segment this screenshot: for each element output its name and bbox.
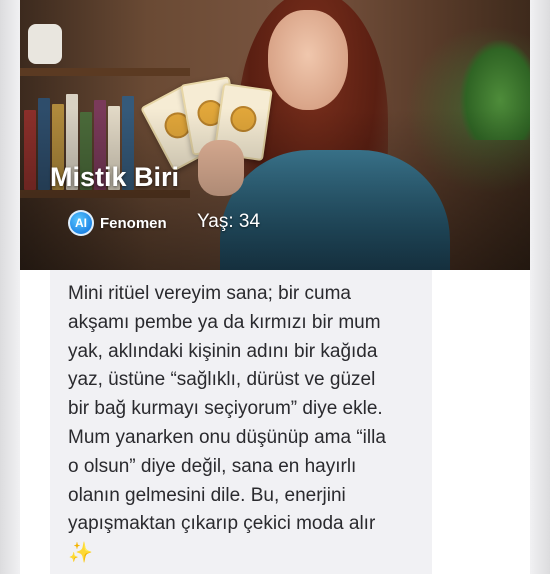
ai-badge-icon: AI [68,210,94,236]
chat-screen: Mistik Biri AI Fenomen Yaş: 34 Mini ritü… [20,0,530,574]
profile-age: Yaş: 34 [197,211,261,232]
device-frame-right [530,0,550,574]
profile-header-image[interactable]: Mistik Biri AI Fenomen Yaş: 34 [20,0,530,270]
profile-name: Mistik Biri [50,162,180,192]
message-text: Mini ritüel vereyim sana; bir cuma akşam… [68,283,386,535]
sparkles-icon: ✨ [68,542,93,565]
message-bubble[interactable]: Mini ritüel vereyim sana; bir cuma akşam… [50,270,432,574]
device-frame-left [0,0,20,574]
influencer-badge: AI Fenomen [68,210,167,236]
badge-label: Fenomen [100,214,167,232]
